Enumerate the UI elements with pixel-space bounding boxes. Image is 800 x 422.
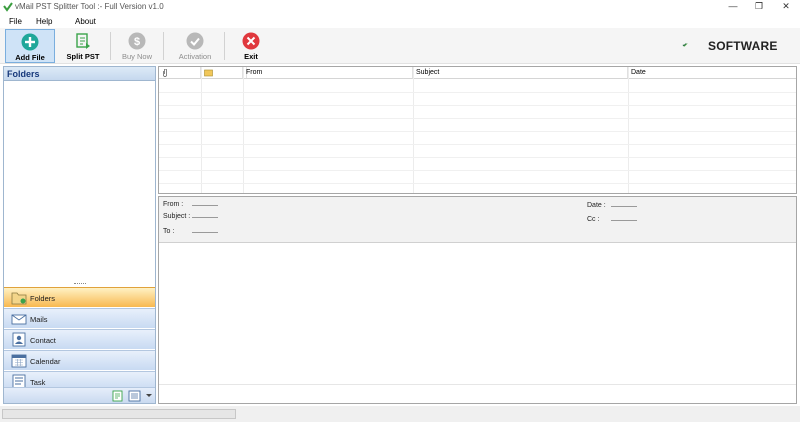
nav-overflow-bar <box>4 387 155 403</box>
split-pst-button[interactable]: Split PST <box>60 29 106 63</box>
grid-divider <box>413 67 414 193</box>
journal-icon[interactable] <box>128 390 141 402</box>
grid-row-line <box>159 92 796 93</box>
nav-contact-label: Contact <box>30 336 56 345</box>
nav-contact[interactable]: Contact <box>4 329 155 349</box>
plus-circle-icon <box>21 33 39 51</box>
brand-text: SOFTWARE <box>708 39 778 53</box>
split-icon <box>76 33 90 49</box>
maximize-button[interactable]: ❐ <box>745 0 773 13</box>
nav-folders[interactable]: Folders <box>4 287 155 307</box>
grid-divider <box>201 67 202 193</box>
activation-button[interactable]: Activation <box>172 29 218 63</box>
close-circle-icon <box>242 32 260 50</box>
subject-label: Subject : <box>163 213 191 220</box>
grid-row-line <box>159 131 796 132</box>
nav-task-label: Task <box>30 378 46 387</box>
activation-label: Activation <box>178 52 212 61</box>
folders-title: Folders <box>7 69 40 79</box>
column-read-status[interactable] <box>201 67 243 79</box>
menu-about[interactable]: About <box>75 17 96 26</box>
preview-footer-divider <box>159 384 796 385</box>
toolbar: Add File Split PST $ Buy Now Activation … <box>0 28 800 64</box>
folder-tree[interactable] <box>4 82 155 282</box>
mail-icon <box>11 314 27 325</box>
from-value <box>192 205 218 206</box>
brand-logo-icon <box>682 43 688 47</box>
menu-file[interactable]: File <box>9 17 22 26</box>
nav-mails[interactable]: Mails <box>4 308 155 328</box>
to-label: To : <box>163 228 175 235</box>
contact-icon <box>12 332 26 347</box>
progress-bar <box>2 409 236 419</box>
cc-label: Cc : <box>587 216 600 223</box>
notes-icon[interactable] <box>112 390 124 402</box>
grid-row-line <box>159 170 796 171</box>
grid-divider <box>628 67 629 193</box>
toolbar-separator <box>110 32 111 60</box>
svg-text:$: $ <box>134 36 140 48</box>
buy-now-label: Buy Now <box>121 52 152 61</box>
column-attachment[interactable] <box>159 67 201 79</box>
message-preview: From : Subject : To : Date : Cc : <box>158 196 797 404</box>
envelope-icon <box>204 69 213 77</box>
exit-button[interactable]: Exit <box>232 29 270 63</box>
grid-divider <box>243 67 244 193</box>
menu-help[interactable]: Help <box>36 17 52 26</box>
buy-now-button[interactable]: $ Buy Now <box>116 29 158 63</box>
preview-header: From : Subject : To : Date : Cc : <box>159 197 796 243</box>
menu-bar: File Help About <box>0 14 800 28</box>
add-file-label: Add File <box>15 53 45 62</box>
date-label: Date : <box>587 202 606 209</box>
cc-value <box>611 220 637 221</box>
split-pst-label: Split PST <box>66 52 100 61</box>
dollar-icon: $ <box>128 32 146 50</box>
attachment-icon <box>163 69 167 77</box>
folder-icon <box>11 292 27 305</box>
toolbar-separator <box>163 32 164 60</box>
folders-panel: Folders Folders Mails Contact Calendar T… <box>3 66 156 404</box>
status-bar <box>0 406 800 422</box>
mail-list-grid[interactable]: From Subject Date <box>158 66 797 194</box>
window-title: vMail PST Splitter Tool :- Full Version … <box>15 2 164 11</box>
close-window-button[interactable]: ✕ <box>772 0 800 13</box>
subject-value <box>192 217 218 218</box>
grid-row-line <box>159 183 796 184</box>
from-label: From : <box>163 201 184 208</box>
add-file-button[interactable]: Add File <box>5 29 55 63</box>
folders-header: Folders <box>4 67 155 81</box>
column-subject[interactable]: Subject <box>413 67 628 79</box>
exit-label: Exit <box>244 52 258 61</box>
nav-calendar[interactable]: Calendar <box>4 350 155 370</box>
message-body[interactable] <box>159 244 796 384</box>
calendar-icon <box>11 354 27 368</box>
grid-row-line <box>159 105 796 106</box>
chevron-down-icon[interactable] <box>146 394 152 398</box>
column-from[interactable]: From <box>243 67 413 79</box>
nav-mails-label: Mails <box>30 315 48 324</box>
grid-row-line <box>159 157 796 158</box>
minimize-button[interactable]: — <box>719 0 747 13</box>
grid-row-line <box>159 144 796 145</box>
toolbar-separator <box>224 32 225 60</box>
nav-calendar-label: Calendar <box>30 357 61 366</box>
nav-folders-label: Folders <box>30 294 56 303</box>
column-date[interactable]: Date <box>628 67 796 79</box>
panel-splitter[interactable] <box>74 283 86 285</box>
check-circle-icon <box>186 32 204 50</box>
to-value <box>192 232 218 233</box>
date-value <box>611 206 637 207</box>
app-logo-icon <box>3 2 13 12</box>
grid-row-line <box>159 118 796 119</box>
title-bar: vMail PST Splitter Tool :- Full Version … <box>0 0 800 14</box>
